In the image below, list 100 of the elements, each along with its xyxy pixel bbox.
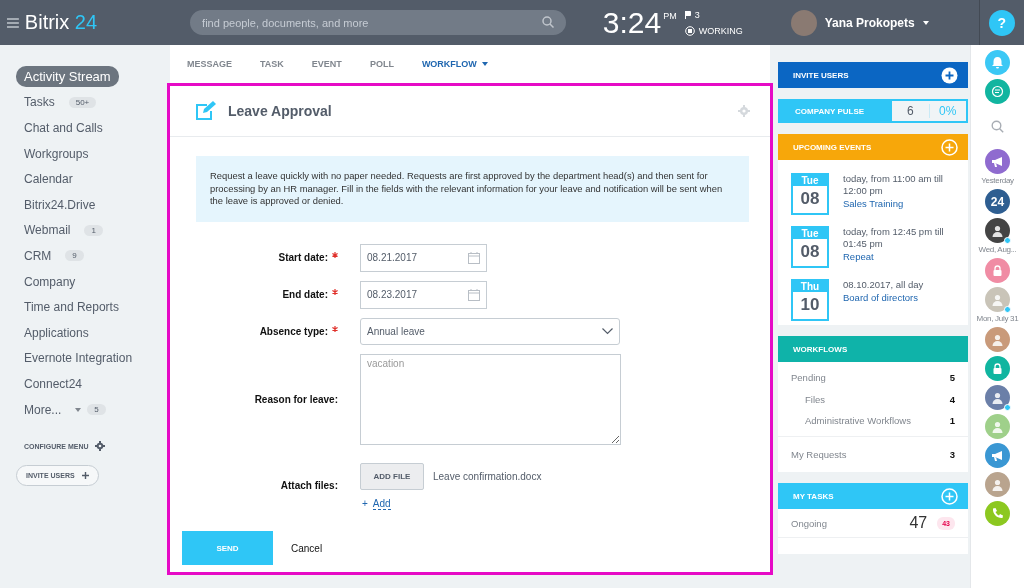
menu-item[interactable]: Company [16, 271, 84, 292]
menu-item[interactable]: Workgroups [16, 143, 97, 164]
section-header: UPCOMING EVENTS [778, 134, 968, 160]
menu-icon[interactable] [7, 17, 19, 28]
workflow-count: 3 [949, 449, 955, 460]
menu-item[interactable]: More... [16, 399, 70, 420]
caret-icon [922, 20, 929, 25]
dropdown-field[interactable]: Annual leave [360, 317, 620, 345]
event-time: today, from 11:00 am till 12:00 pm [843, 173, 944, 197]
user-name[interactable]: Yana Prokopets [824, 15, 915, 30]
workflow-count: 4 [949, 394, 955, 405]
status-icon [684, 25, 695, 36]
flag-icon [684, 10, 691, 19]
logo[interactable]: Bitrix 24 [24, 11, 179, 34]
search-icon[interactable] [991, 120, 1004, 133]
add-link[interactable]: Add [372, 497, 391, 510]
tab[interactable]: TASK [260, 59, 297, 69]
megaphone-button[interactable] [985, 149, 1010, 174]
add-icon [941, 66, 958, 84]
menu-item[interactable]: Applications [16, 322, 97, 343]
phone-icon [991, 507, 1004, 520]
menu-item[interactable]: Chat and Calls [16, 118, 111, 138]
lock-button[interactable] [985, 356, 1010, 381]
file-name: Leave confirmation.docx [433, 470, 542, 482]
event-link[interactable]: Repeat [843, 251, 958, 262]
bell-icon [991, 56, 1004, 69]
plus-icon [81, 472, 89, 480]
event-link[interactable]: Sales Training [843, 198, 958, 209]
avatar-icon [991, 391, 1004, 404]
date-field[interactable]: 08.23.2017 [360, 280, 487, 309]
add-icon [941, 487, 958, 505]
workflow-item[interactable]: My Requests [791, 449, 847, 460]
cancel-button[interactable]: Cancel [285, 541, 329, 555]
phone-button[interactable] [985, 501, 1010, 526]
calendar-icon [468, 251, 480, 264]
counter: 9 [65, 250, 84, 262]
menu-item[interactable]: Activity Stream [16, 66, 119, 88]
edit-icon [194, 100, 216, 122]
counter: 5 [87, 404, 106, 415]
tab[interactable]: POLL [369, 59, 407, 69]
avatar-icon [991, 333, 1004, 346]
add-file-button[interactable]: ADD FILE [360, 462, 424, 490]
user-avatar[interactable] [985, 218, 1010, 243]
megaphone-button[interactable] [985, 443, 1010, 468]
field-label: Attach files: [280, 479, 338, 491]
chat-avatar[interactable]: 24 [985, 189, 1010, 214]
company-pulse-bar[interactable]: COMPANY PULSE 6 0% [778, 99, 968, 123]
lock-button[interactable] [985, 258, 1010, 283]
event-link[interactable]: Board of directors [843, 292, 924, 303]
workflow-count: 5 [949, 372, 955, 383]
tab[interactable]: MESSAGE [187, 59, 245, 69]
avatar-icon [991, 420, 1004, 433]
chat-icon [991, 85, 1004, 98]
flag-count: 3 [694, 9, 700, 20]
chat-button[interactable] [985, 79, 1010, 104]
avatar-icon [991, 478, 1004, 491]
add-icon [941, 138, 958, 156]
pulse-percent: 0% [938, 104, 958, 118]
menu-item[interactable]: Evernote Integration [16, 348, 141, 369]
chevron-icon [602, 327, 613, 335]
plus-sign: + [362, 497, 368, 510]
section-header: MY TASKS [778, 483, 968, 509]
calendar-date: Thu 10 [791, 279, 829, 321]
event-time: today, from 12:45 pm till 01:45 pm [843, 226, 945, 250]
menu-item[interactable]: Bitrix24.Drive [16, 194, 104, 215]
workflow-item[interactable]: Files [805, 394, 826, 405]
text-area[interactable]: vacation [360, 353, 621, 445]
tab[interactable]: WORKFLOW [421, 59, 501, 69]
megaphone-icon [991, 155, 1004, 168]
menu-item[interactable]: Webmail [16, 220, 79, 241]
workflow-item[interactable]: Pending [791, 372, 826, 383]
avatar-icon [991, 293, 1004, 306]
task-count: 47 [909, 514, 928, 532]
search-field[interactable]: find people, documents, and more [190, 10, 566, 35]
info-text: Request a leave quickly with no paper needed. Requests are first approved by the department head(s) and then sent for processing by an HR manager. Fill in the fields with the relevant information for your leave and notification will be sent when the leave is approved or denied. [196, 156, 749, 222]
invite-users-bar[interactable]: INVITE USERS [778, 62, 968, 88]
menu-item[interactable]: Time and Reports [16, 297, 127, 318]
workflow-item[interactable]: Administrative Workflows [805, 415, 911, 426]
clock-time[interactable]: 3:24 [602, 6, 662, 39]
clock-ampm: PM [663, 10, 677, 21]
task-item[interactable]: Ongoing [791, 517, 910, 529]
section-header: WORKFLOWS [778, 336, 968, 362]
calendar-date: Tue 08 [791, 226, 829, 268]
menu-item[interactable]: Calendar [16, 169, 81, 190]
menu-item[interactable]: Tasks [16, 92, 63, 113]
date-label: Yesterday [981, 176, 1014, 185]
menu-item[interactable]: CRM [16, 245, 60, 266]
tab[interactable]: EVENT [311, 59, 355, 69]
work-status[interactable]: WORKING [698, 25, 743, 36]
avatar-icon [991, 224, 1004, 237]
form-title: Leave Approval [228, 103, 332, 119]
lock-icon [991, 362, 1004, 375]
event-time: 08.10.2017, all day [843, 279, 924, 291]
bell-button[interactable] [985, 50, 1010, 75]
menu-item[interactable]: Connect24 [16, 373, 91, 394]
date-field[interactable]: 08.21.2017 [360, 243, 487, 272]
field-label: Absence type: [259, 325, 328, 337]
counter: 50+ [68, 96, 97, 108]
date-label: Mon, July 31 [976, 314, 1019, 323]
counter: 1 [84, 224, 103, 236]
